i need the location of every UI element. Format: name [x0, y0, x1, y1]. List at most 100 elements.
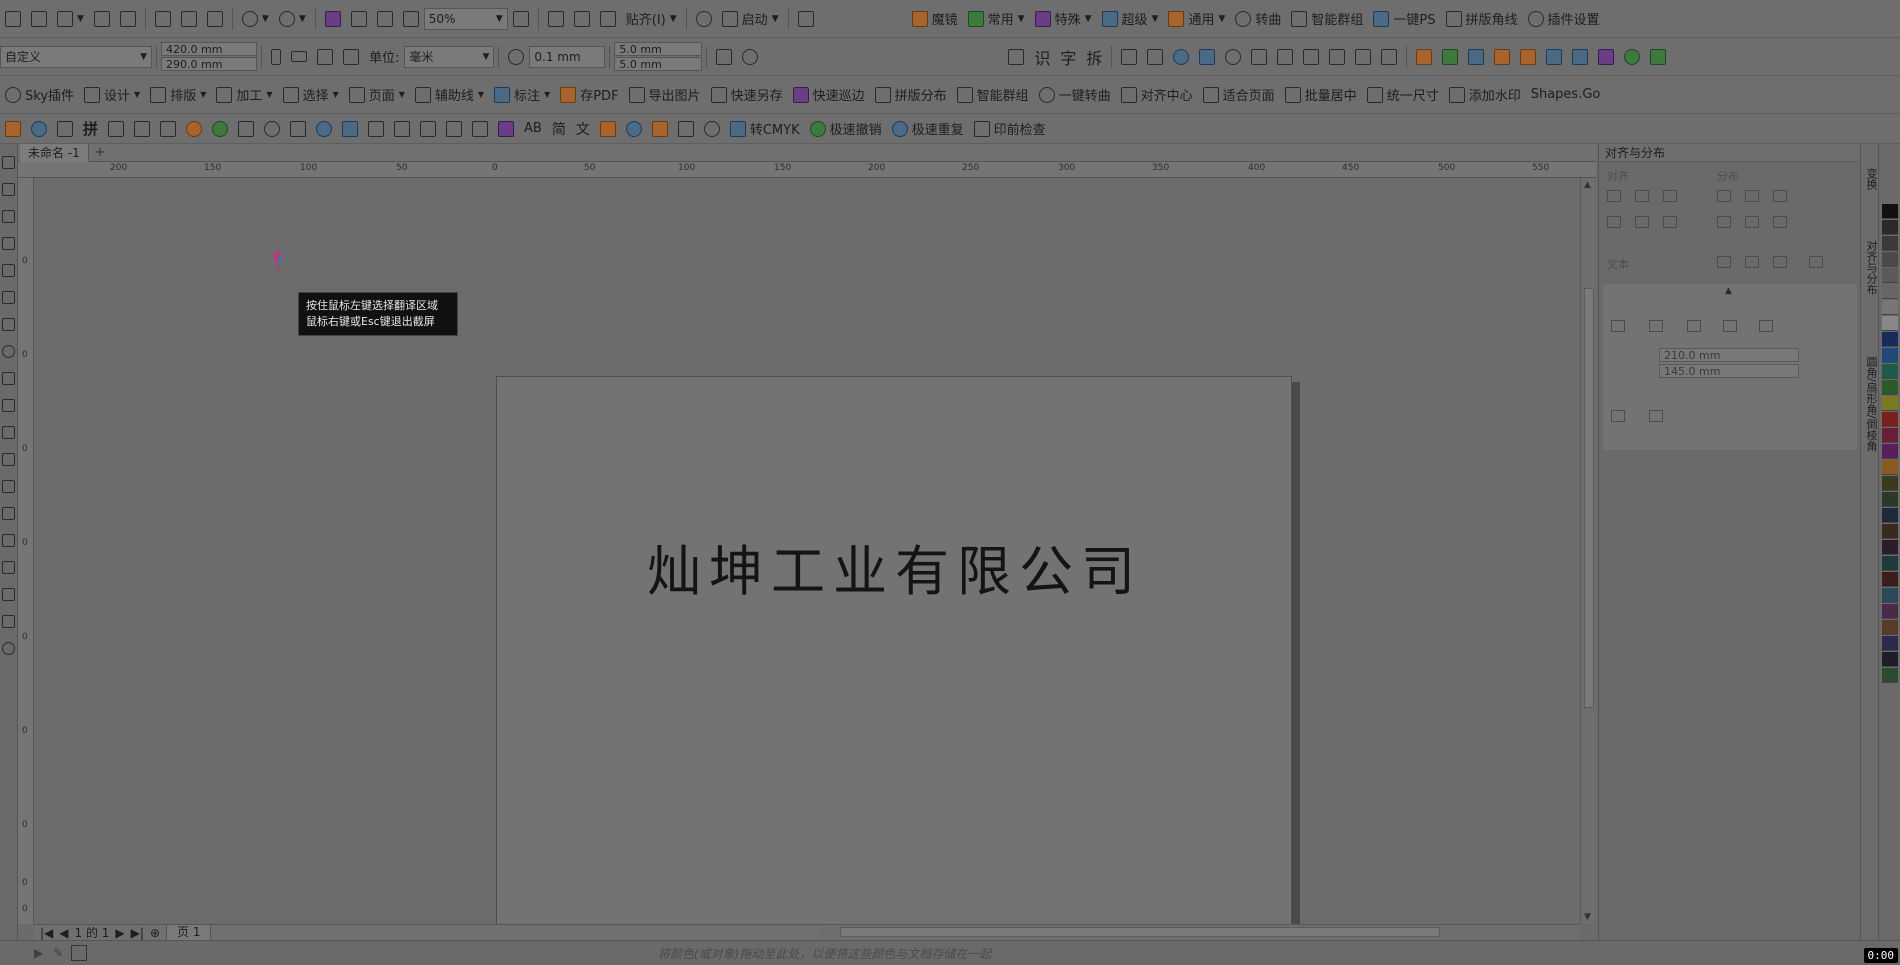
- plugin-settings-button[interactable]: 插件设置: [1523, 7, 1605, 31]
- extra-tool-22[interactable]: 简: [547, 117, 571, 141]
- paste-button[interactable]: [202, 7, 228, 31]
- color-swatch[interactable]: [1882, 332, 1898, 347]
- extra-tool-23[interactable]: 文: [571, 117, 595, 141]
- align-width-field[interactable]: 210.0 mm: [1659, 348, 1799, 362]
- show-guidelines-button[interactable]: [595, 7, 621, 31]
- text-align-3-icon[interactable]: [1773, 256, 1787, 268]
- color-swatch[interactable]: [1882, 524, 1898, 539]
- distribute-left-icon[interactable]: [1717, 190, 1731, 202]
- import-button[interactable]: [346, 7, 372, 31]
- scroll-down-icon[interactable]: ▼: [1584, 912, 1591, 922]
- extra-tool-11[interactable]: [259, 117, 285, 141]
- page-menu-button[interactable]: 页面 ▼: [344, 83, 410, 107]
- tool-k-button[interactable]: [1376, 45, 1402, 69]
- export-image-button[interactable]: 导出图片: [624, 83, 706, 107]
- fast-redo-button[interactable]: 极速重复: [887, 117, 969, 141]
- window-frame-button[interactable]: [793, 7, 819, 31]
- dimension-tool-icon[interactable]: [2, 426, 15, 439]
- tool-e-button[interactable]: [1220, 45, 1246, 69]
- transparency-tool-icon[interactable]: [2, 507, 15, 520]
- align-height-field[interactable]: 145.0 mm: [1659, 364, 1799, 378]
- color-swatch[interactable]: [1882, 508, 1898, 523]
- align-to-grid-icon[interactable]: [1723, 320, 1737, 332]
- smart-fill-tool-icon[interactable]: [2, 588, 15, 601]
- collapse-icon[interactable]: ▲: [1725, 286, 1732, 296]
- align-center-button[interactable]: 对齐中心: [1116, 83, 1198, 107]
- unit-combo[interactable]: 毫米 ▼: [404, 45, 495, 68]
- distribute-bottom-icon[interactable]: [1773, 216, 1787, 228]
- fast-undo-button[interactable]: 极速撤销: [805, 117, 887, 141]
- drawing-canvas[interactable]: 灿坤工业有限公司: [34, 178, 1580, 924]
- distribute-middle-icon[interactable]: [1745, 216, 1759, 228]
- tool-q-button[interactable]: [1541, 45, 1567, 69]
- align-to-page-center-icon[interactable]: [1687, 320, 1701, 332]
- color-swatch[interactable]: [1882, 652, 1898, 667]
- show-rulers-button[interactable]: [543, 7, 569, 31]
- cut-button[interactable]: [150, 7, 176, 31]
- full-screen-button[interactable]: [508, 7, 534, 31]
- batch-center-button[interactable]: 批量居中: [1280, 83, 1362, 107]
- tool-j-button[interactable]: [1350, 45, 1376, 69]
- current-page-button[interactable]: [338, 45, 364, 69]
- color-swatch[interactable]: [1882, 348, 1898, 363]
- tool-h-button[interactable]: [1298, 45, 1324, 69]
- undo-button[interactable]: ▼: [237, 7, 274, 31]
- extra-tool-26[interactable]: [647, 117, 673, 141]
- annotate-menu-button[interactable]: 标注 ▼: [489, 83, 555, 107]
- extra-tool-1[interactable]: [0, 117, 26, 141]
- show-grid-button[interactable]: [569, 7, 595, 31]
- options-button[interactable]: [691, 7, 717, 31]
- extra-tool-19[interactable]: [467, 117, 493, 141]
- tab-align-distribute[interactable]: 对齐与分布: [1863, 240, 1879, 295]
- color-swatch[interactable]: [1882, 636, 1898, 651]
- no-fill-swatch[interactable]: [71, 945, 88, 961]
- open-button[interactable]: ▼: [52, 7, 89, 31]
- add-page-button[interactable]: [737, 45, 763, 69]
- page-size-combo[interactable]: 自定义 ▼: [0, 45, 152, 68]
- extra-tool-25[interactable]: [621, 117, 647, 141]
- landscape-button[interactable]: [286, 45, 312, 69]
- extra-tool-16[interactable]: [389, 117, 415, 141]
- plugin-common-button[interactable]: 常用 ▼: [963, 7, 1030, 31]
- color-swatch[interactable]: [1882, 492, 1898, 507]
- text-align-4-icon[interactable]: [1809, 256, 1823, 268]
- color-swatch[interactable]: [1882, 556, 1898, 571]
- extra-tool-8[interactable]: [181, 117, 207, 141]
- distribute-center-icon[interactable]: [1745, 190, 1759, 202]
- quick-save-as-button[interactable]: 快速另存: [706, 83, 788, 107]
- horizontal-ruler[interactable]: 200 150 100 50 0 50 100 150 200 250 300 …: [18, 162, 1596, 178]
- extra-tool-4[interactable]: 拼: [78, 117, 103, 141]
- color-swatch[interactable]: [1882, 460, 1898, 475]
- align-left-icon[interactable]: [1607, 190, 1621, 202]
- publish-pdf-button[interactable]: [398, 7, 424, 31]
- color-swatch[interactable]: [1882, 588, 1898, 603]
- fit-page-button[interactable]: 适合页面: [1198, 83, 1280, 107]
- yg-plugin-button[interactable]: [1003, 45, 1029, 69]
- page-tab[interactable]: 页 1: [166, 924, 212, 941]
- freehand-tool-icon[interactable]: [2, 264, 15, 277]
- align-to-active-icon[interactable]: [1611, 320, 1625, 332]
- new-doc-button[interactable]: [0, 7, 26, 31]
- extra-tool-7[interactable]: [155, 117, 181, 141]
- one-click-ps-button[interactable]: 一键PS: [1368, 7, 1440, 31]
- duplicate-x-input[interactable]: 5.0 mm: [614, 42, 703, 56]
- process-menu-button[interactable]: 加工 ▼: [211, 83, 277, 107]
- distribute-top-icon[interactable]: [1717, 216, 1731, 228]
- add-watermark-button[interactable]: 添加水印: [1444, 83, 1526, 107]
- recognize-button[interactable]: 识: [1029, 45, 1055, 69]
- align-center-h-icon[interactable]: [1635, 190, 1649, 202]
- zoom-level-combo[interactable]: 50% ▼: [423, 7, 508, 30]
- add-tab-icon[interactable]: +: [89, 145, 112, 160]
- extra-tool-6[interactable]: [129, 117, 155, 141]
- plugin-general-button[interactable]: 通用 ▼: [1163, 7, 1230, 31]
- pan-tool-icon[interactable]: [2, 237, 15, 250]
- impose-button[interactable]: 拼版分布: [870, 83, 952, 107]
- color-swatch[interactable]: [1882, 204, 1898, 219]
- plugin-mojing-button[interactable]: 魔镜: [907, 7, 963, 31]
- tool-n-button[interactable]: [1463, 45, 1489, 69]
- one-click-curve-button[interactable]: 一键转曲: [1034, 83, 1116, 107]
- tool-o-button[interactable]: [1489, 45, 1515, 69]
- color-swatch[interactable]: [1882, 412, 1898, 427]
- tool-f-button[interactable]: [1246, 45, 1272, 69]
- company-name-text[interactable]: 灿坤工业有限公司: [497, 527, 1293, 606]
